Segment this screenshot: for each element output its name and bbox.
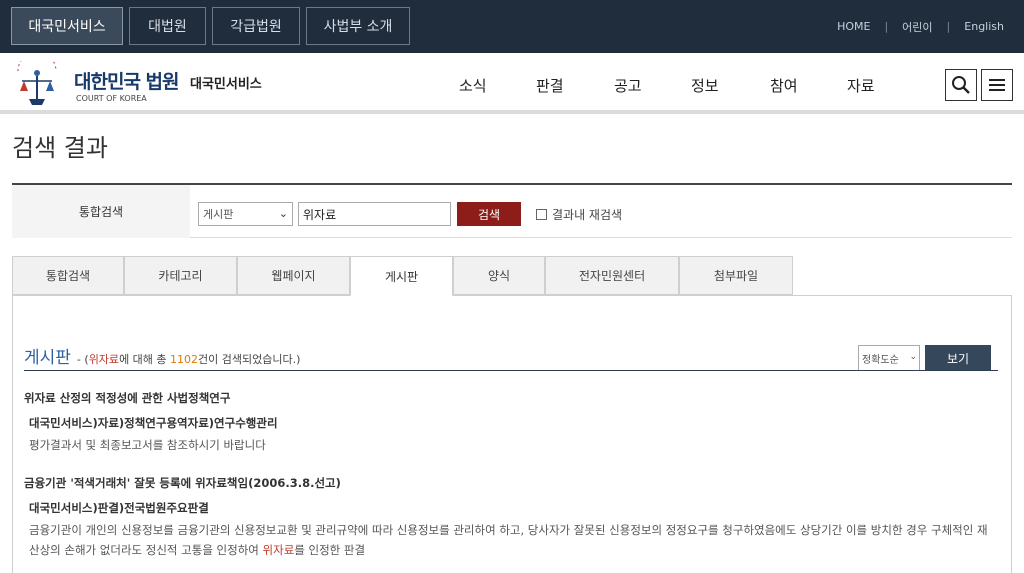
view-button[interactable]: 보기 [925,345,991,371]
chevron-down-icon: ⌄ [909,352,917,362]
search-input[interactable]: 위자료 [298,202,451,226]
gnb-notices[interactable]: 공고 [614,75,642,96]
search-scope-value: 게시판 [203,208,234,221]
top-tab-public-service[interactable]: 대국민서비스 [11,7,123,45]
result-description: 금융기관이 개인의 신용정보를 금융기관의 신용정보교환 및 관리규약에 따라 … [29,523,988,557]
top-tab-supreme-court[interactable]: 대법원 [129,7,206,45]
result-title[interactable]: 위자료 산정의 적정성에 관한 사법정책연구 [24,390,994,406]
top-bar: 대국민서비스 대법원 각급법원 사법부 소개 HOME | 어린이 | Engl… [0,0,1024,53]
kids-link[interactable]: 어린이 [902,19,932,35]
sort-value: 정확도순 [862,354,899,366]
menu-button[interactable] [981,69,1013,101]
court-emblem-icon [17,61,57,105]
tab-board[interactable]: 게시판 [350,256,453,296]
top-tab-about-judiciary[interactable]: 사법부 소개 [306,7,410,45]
search-scope-select[interactable]: 게시판 ⌄ [198,202,293,226]
result-title[interactable]: 금융기관 '적색거래처' 잘못 등록에 위자료책임(2006.3.8.선고) [24,475,994,491]
search-submit-button[interactable]: 검색 [457,202,521,226]
divider: | [884,20,889,33]
result-path[interactable]: 대국민서비스)판결)전국법원주요판결 [24,500,994,516]
section-title: 게시판 [24,348,71,368]
service-name[interactable]: 대국민서비스 [190,73,262,92]
logo-title[interactable]: 대한민국 법원 [74,67,179,94]
highlight-keyword: 위자료 [262,543,295,557]
tab-integrated[interactable]: 통합검색 [12,256,124,295]
search-button[interactable] [945,69,977,101]
summary-keyword: 위자료 [88,353,120,366]
tab-webpage[interactable]: 웹페이지 [237,256,350,295]
result-item: 위자료 산정의 적정성에 관한 사법정책연구 대국민서비스)자료)정책연구용역자… [24,390,994,455]
section-rule [24,370,998,371]
tab-attachments[interactable]: 첨부파일 [679,256,793,295]
top-tab-courts[interactable]: 각급법원 [212,7,300,45]
tab-forms[interactable]: 양식 [453,256,545,295]
home-link[interactable]: HOME [837,20,870,33]
search-label: 통합검색 [12,185,190,238]
logo-subtitle: COURT OF KOREA [76,94,147,103]
divider: | [946,20,951,33]
result-summary: - (위자료에 대해 총 1102건이 검색되었습니다.) [76,353,301,366]
section-header: 게시판 - (위자료에 대해 총 1102건이 검색되었습니다.) [24,343,300,368]
site-header: 대한민국 법원 COURT OF KOREA 대국민서비스 소식 판결 공고 정… [0,53,1024,114]
gnb-news[interactable]: 소식 [459,75,487,96]
result-count: 1102 [170,353,199,366]
english-link[interactable]: English [964,20,1004,33]
chevron-down-icon: ⌄ [278,207,288,220]
tab-category[interactable]: 카테고리 [124,256,237,295]
gnb-judgments[interactable]: 판결 [536,75,564,96]
utility-links: HOME | 어린이 | English [837,0,1004,53]
search-within-label: 결과내 재검색 [552,208,623,222]
search-within-results[interactable]: 결과내 재검색 [536,206,622,223]
gnb-information[interactable]: 정보 [691,75,719,96]
search-icon [952,76,970,94]
search-within-checkbox[interactable] [536,209,547,220]
gnb-participation[interactable]: 참여 [770,75,798,96]
tab-divider [12,295,1012,296]
result-item: 금융기관 '적색거래처' 잘못 등록에 위자료책임(2006.3.8.선고) 대… [24,475,994,560]
tab-e-petition[interactable]: 전자민원센터 [545,256,679,295]
result-path[interactable]: 대국민서비스)자료)정책연구용역자료)연구수행관리 [24,415,994,431]
gnb-resources[interactable]: 자료 [847,75,875,96]
page-title: 검색 결과 [12,134,108,162]
menu-icon [989,79,1005,91]
result-description: 평가결과서 및 최종보고서를 참조하시기 바랍니다 [29,438,266,452]
search-form: 통합검색 게시판 ⌄ 위자료 검색 결과내 재검색 [12,183,1012,238]
sort-select[interactable]: 정확도순 ⌄ [858,345,920,371]
